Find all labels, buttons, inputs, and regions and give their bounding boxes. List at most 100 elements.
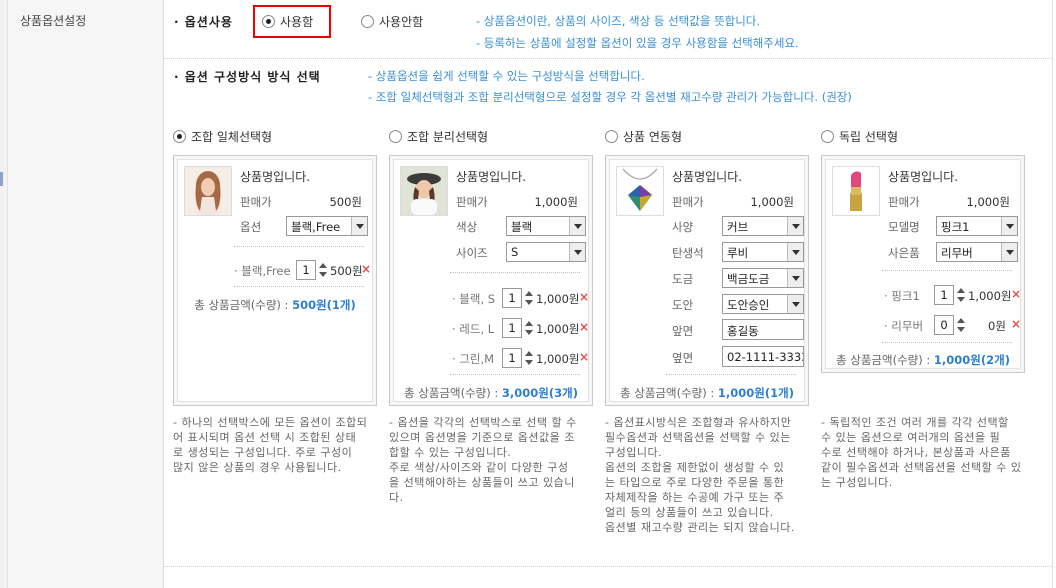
field-label-birthstone: 탄생석 [672,246,704,260]
selected-option-name: · 리무버 [884,319,924,333]
radio-use[interactable]: 사용함 [262,13,313,30]
remove-option-icon[interactable]: × [579,320,589,334]
description-line: - 옵션을 각각의 선택박스로 선택 할 수 [389,416,577,429]
description-line: 는 구성입니다. [821,476,893,489]
option-price: 500원 [330,264,363,278]
divider [164,566,1052,567]
quantity-input[interactable]: 1 [502,348,522,368]
chevron-down-icon [569,217,585,235]
quantity-stepper-icon[interactable] [957,286,965,304]
remove-option-icon[interactable]: × [1011,287,1021,301]
remove-option-icon[interactable]: × [1011,317,1021,331]
plating-select[interactable]: 백금도금 [722,268,804,288]
price-value: 1,000원 [750,195,794,209]
radio-use-label: 사용함 [280,15,314,29]
field-label: 옵션 [240,220,262,234]
type-radio-independent[interactable]: 독립 선택형 [821,128,898,145]
spec-select[interactable]: 커브 [722,216,804,236]
quantity-input[interactable]: 0 [934,315,954,335]
price-label: 판매가 [672,195,704,209]
chevron-down-icon [787,295,803,313]
plating-select-value: 백금도금 [727,272,770,286]
description-line: 있으며 옵션명을 기준으로 옵션값을 조 [389,431,575,444]
type-radio-separate-dot[interactable] [389,130,402,143]
option-price: 1,000원 [968,289,1012,303]
option-price: 1,000원 [536,292,580,306]
remove-option-icon[interactable]: × [361,262,371,276]
preview-card-inner: 상품명입니다. 판매가 1,000원 색상 블랙 사이즈 S · 블랙, S 1… [393,159,589,402]
design-select-value: 도안승인 [727,298,770,312]
description-line: 많지 않은 상품의 경우 사용됩니다. [173,461,342,474]
product-name: 상품명입니다. [456,170,527,184]
type-radio-combined-dot[interactable] [173,130,186,143]
birthstone-select[interactable]: 루비 [722,242,804,262]
radio-use-dot[interactable] [262,15,275,28]
preview-card-inner: 상품명입니다. 판매가 1,000원 사양 커브 탄생석 루비 도금 백금도금 … [609,159,805,402]
color-select[interactable]: 블랙 [506,216,586,236]
preview-card-separate: 상품명입니다. 판매가 1,000원 색상 블랙 사이즈 S · 블랙, S 1… [389,155,593,406]
option-use-title: · 옵션사용 [174,15,233,29]
description-line: - 하나의 선택박스에 모든 옵션이 조합되 [173,416,368,429]
gift-select[interactable]: 리무버 [936,242,1018,262]
description-linked: - 옵션표시방식은 조합형과 유사하지만 필수옵션과 선택옵션을 선택할 수 있… [605,415,811,535]
total-label: 총 상품금액(수량) : [836,353,931,367]
field-label-model: 모델명 [888,220,920,234]
chevron-down-icon [1001,243,1017,261]
front-engraving-input[interactable]: 홍길동 [722,319,804,340]
quantity-input[interactable]: 1 [934,285,954,305]
total-value: 3,000원(3개) [501,386,578,400]
radio-not-use-dot[interactable] [361,15,374,28]
method-note-2: - 조합 일체선택형과 조합 분리선택형으로 설정할 경우 각 옵션별 재고수량… [368,90,852,104]
description-line: 얼리 등의 상품들이 쓰고 있습니다. [605,506,774,519]
type-radio-linked-dot[interactable] [605,130,618,143]
description-line: 다. [389,491,404,504]
gift-select-value: 리무버 [941,246,973,260]
right-edge [1052,0,1056,588]
preview-card-combined: 상품명입니다. 판매가 500원 옵션 블랙,Free · 블랙,Free 1 … [173,155,377,406]
type-radio-separate[interactable]: 조합 분리선택형 [389,128,488,145]
total-label: 총 상품금액(수량) : [620,386,715,400]
quantity-input[interactable]: 1 [502,318,522,338]
quantity-stepper-icon[interactable] [525,289,533,307]
card-separator [234,286,364,287]
description-line: 을 선택해야하는 상품들이 쓰고 있습니 [389,476,575,489]
quantity-stepper-icon[interactable] [525,319,533,337]
selected-option-name: · 레드, L [452,322,495,336]
type-radio-linked[interactable]: 상품 연동형 [605,128,682,145]
card-separator [882,342,1012,343]
remove-option-icon[interactable]: × [579,290,589,304]
quantity-input[interactable]: 1 [502,288,522,308]
size-select[interactable]: S [506,242,586,262]
size-select-value: S [511,245,519,259]
option-select[interactable]: 블랙,Free [286,216,368,236]
quantity-stepper-icon[interactable] [319,261,327,279]
remove-option-icon[interactable]: × [579,350,589,364]
type-radio-independent-dot[interactable] [821,130,834,143]
description-line: 로 생성되는 구성입니다. 주로 구성이 [173,446,353,459]
description-line: 옵션별 재고수량 관리는 되지 않습니다. [605,521,795,534]
option-price: 1,000원 [536,352,580,366]
quantity-stepper-icon[interactable] [525,349,533,367]
option-select-value: 블랙,Free [291,220,341,234]
product-name: 상품명입니다. [672,170,743,184]
product-photo-woman-hat [400,166,448,216]
card-separator [666,374,796,375]
chevron-down-icon [1001,217,1017,235]
total-amount: 총 상품금액(수량) : 1,000원(2개) [826,352,1020,368]
label-column: 상품옵션설정 [8,0,164,588]
description-independent: - 독립적인 조건 여러 개를 각각 선택할 수 있는 옵션으로 여러개의 옵션… [821,415,1027,490]
price-value: 1,000원 [966,195,1010,209]
type-radio-independent-label: 독립 선택형 [839,130,899,144]
side-engraving-input[interactable]: 02-1111-3333 [722,346,804,367]
field-label-side: 옆면 [672,351,694,365]
product-photo-woman [184,166,232,216]
price-label: 판매가 [240,195,272,209]
design-select[interactable]: 도안승인 [722,294,804,314]
model-select[interactable]: 핑크1 [936,216,1018,236]
price-label: 판매가 [456,195,488,209]
quantity-stepper-icon[interactable] [957,316,965,334]
quantity-input[interactable]: 1 [296,260,316,280]
radio-not-use[interactable]: 사용안함 [361,13,423,30]
option-price: 0원 [988,319,1006,333]
type-radio-combined[interactable]: 조합 일체선택형 [173,128,272,145]
